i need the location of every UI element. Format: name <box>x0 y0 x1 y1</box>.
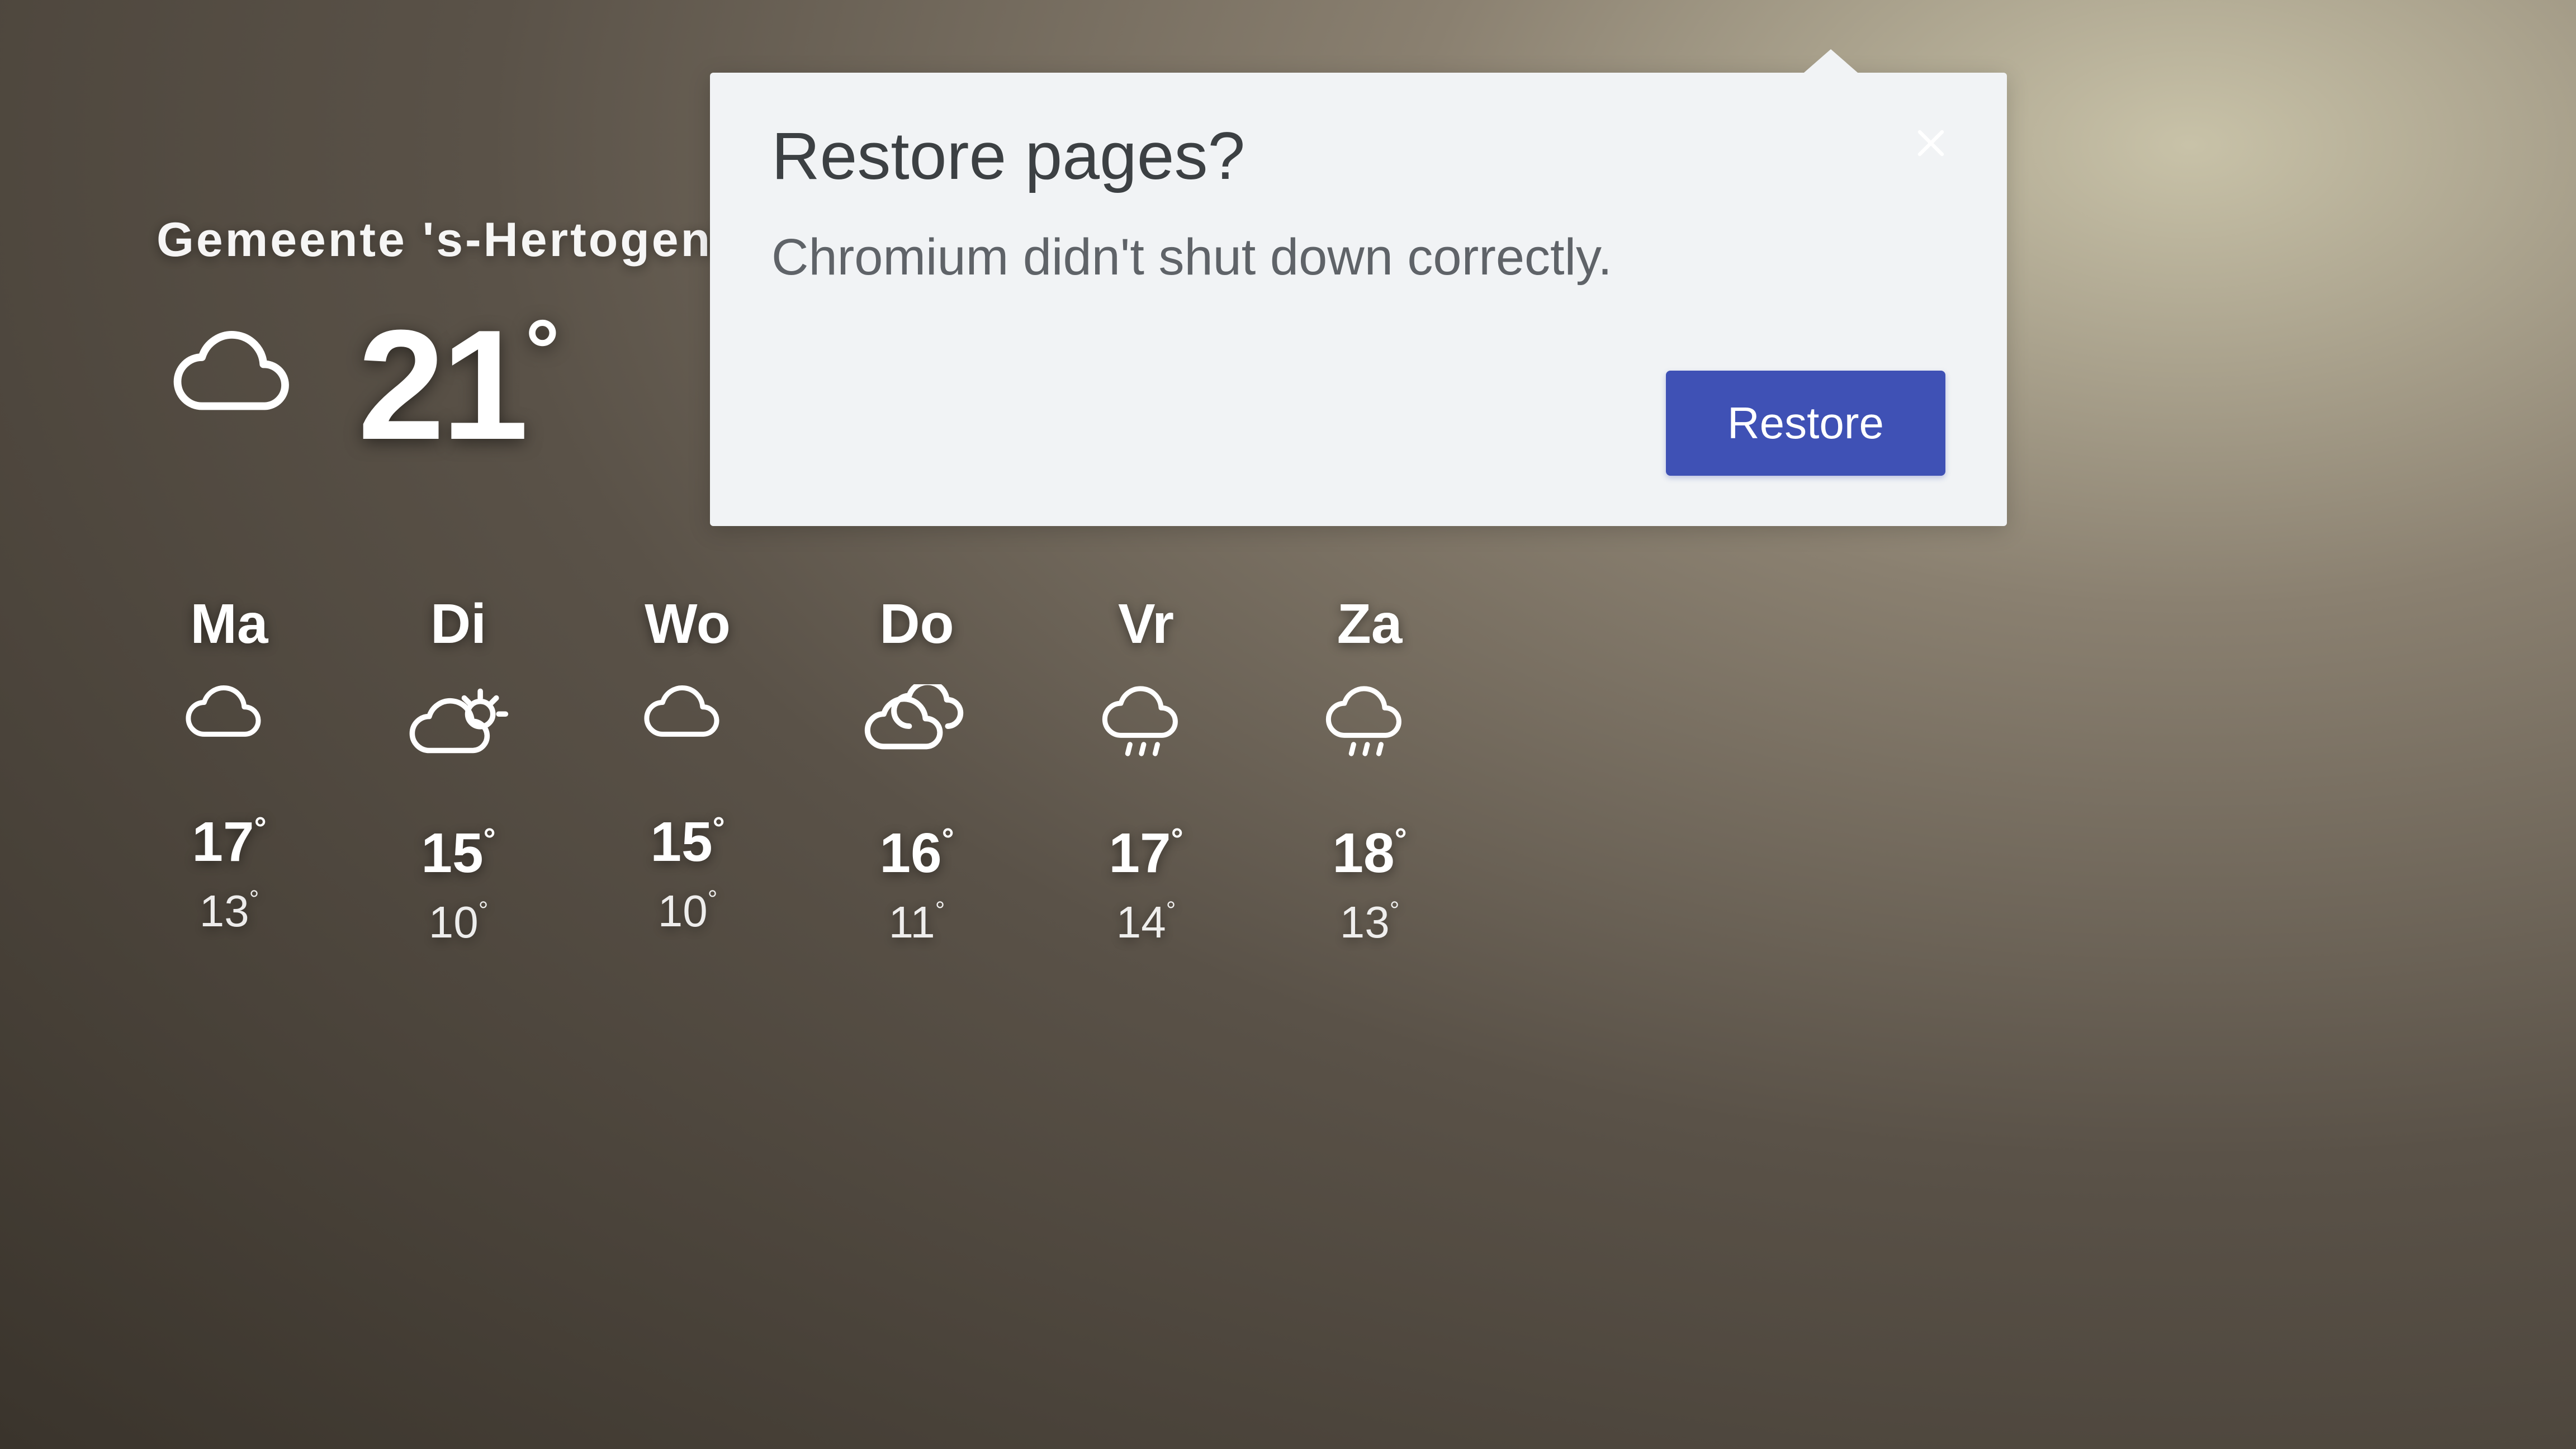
day-abbr: Vr <box>1118 592 1174 656</box>
clouds-icon <box>861 684 973 771</box>
day-abbr: Ma <box>191 592 268 656</box>
day-high: 18° <box>1332 821 1407 886</box>
rain-icon <box>1319 684 1420 771</box>
dialog-body: Chromium didn't shut down correctly. <box>771 228 1945 287</box>
day-low: 11° <box>889 897 945 948</box>
day-low: 14° <box>1116 897 1176 948</box>
degree-symbol: ° <box>525 302 556 398</box>
current-temp-value: 21 <box>358 298 525 472</box>
day-low: 10° <box>429 897 489 948</box>
restore-button[interactable]: Restore <box>1666 371 1945 476</box>
restore-pages-dialog: Restore pages? Chromium didn't shut down… <box>710 73 2007 526</box>
forecast-day: Wo 15° 10° <box>637 592 738 948</box>
forecast-day: Ma 17° 13° <box>179 592 280 948</box>
day-low: 10° <box>658 886 718 937</box>
partly-sunny-icon <box>402 684 514 771</box>
cloud-icon <box>179 684 280 760</box>
day-high: 17° <box>192 810 266 874</box>
cloud-icon <box>157 329 324 441</box>
day-high: 15° <box>650 810 724 874</box>
close-icon[interactable] <box>1904 116 1958 170</box>
rain-icon <box>1096 684 1196 771</box>
forecast-day: Vr 17° 14° <box>1096 592 1196 948</box>
forecast-day: Za 18° 13° <box>1319 592 1420 948</box>
day-high: 15° <box>421 821 495 886</box>
dialog-title: Restore pages? <box>771 117 1945 195</box>
day-abbr: Wo <box>645 592 731 656</box>
day-low: 13° <box>1340 897 1400 948</box>
day-high: 16° <box>879 821 954 886</box>
forecast-day: Di 15° 10° <box>402 592 514 948</box>
day-abbr: Za <box>1337 592 1403 656</box>
day-abbr: Do <box>879 592 954 656</box>
forecast-day: Do 16° 11° <box>861 592 973 948</box>
current-temperature: 21° <box>358 307 556 463</box>
forecast-row: Ma 17° 13° Di 15° 10° Wo 15° 10° Do 16° … <box>179 592 1420 948</box>
cloud-icon <box>637 684 738 760</box>
day-high: 17° <box>1109 821 1183 886</box>
day-abbr: Di <box>430 592 486 656</box>
day-low: 13° <box>200 886 259 937</box>
